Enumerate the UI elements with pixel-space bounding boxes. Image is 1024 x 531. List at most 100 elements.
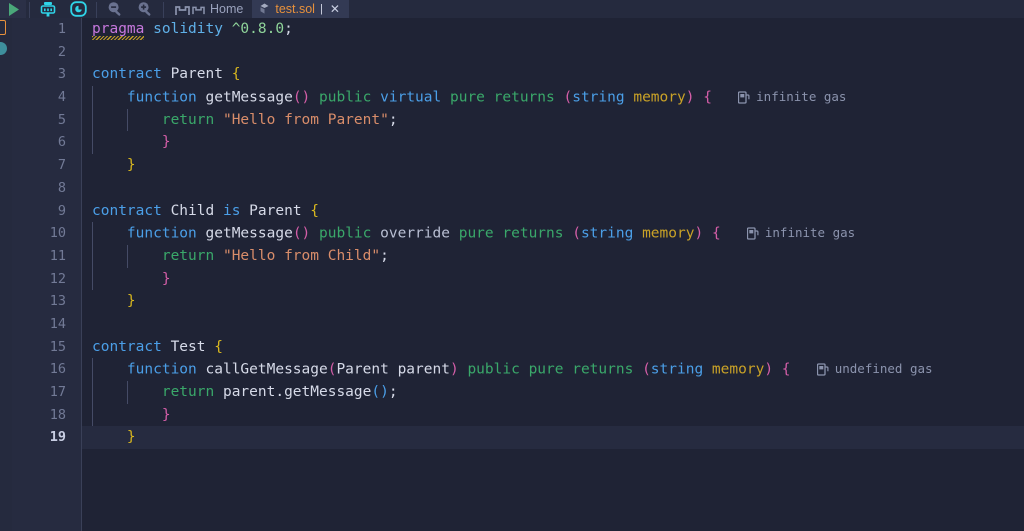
token-string-type: string <box>580 225 634 242</box>
code-line[interactable]: 10 function getMessage() public override… <box>12 222 1024 245</box>
code-line[interactable]: 13 } <box>12 290 1024 313</box>
line-content: return "Hello from Child"; <box>92 245 389 268</box>
token-contract: contract <box>92 202 162 219</box>
zoom-in-button[interactable] <box>130 0 160 18</box>
line-number: 12 <box>49 270 66 287</box>
token-paren-open: ( <box>371 384 381 400</box>
code-line[interactable]: 18 } <box>12 403 1024 427</box>
line-number: 4 <box>57 89 66 106</box>
line-content: } <box>92 131 171 154</box>
token-brace-close: } <box>161 134 171 151</box>
line-content: } <box>92 268 171 291</box>
ide-window: Home test.sol | ✕ 1 pragma solidity ^0.8… <box>0 0 1024 531</box>
token-brace-open: { <box>703 89 712 106</box>
toolbar-divider-3 <box>163 2 164 18</box>
token-brace-open: { <box>781 361 791 378</box>
code-line[interactable]: 5 return "Hello from Parent"; <box>12 108 1024 132</box>
run-button[interactable] <box>0 0 26 18</box>
token-function: function <box>126 225 197 242</box>
code-line[interactable]: 6 } <box>12 131 1024 155</box>
deploy-button[interactable] <box>63 0 93 18</box>
home-tab-icon <box>192 6 205 14</box>
token-brace-close: } <box>126 157 136 174</box>
line-content: } <box>92 154 136 177</box>
token-brace-close: } <box>161 406 171 423</box>
code-line[interactable]: 11 return "Hello from Child"; <box>12 244 1024 268</box>
tab-modified-indicator: | <box>319 3 323 15</box>
gas-annotation: undefined gas <box>816 358 933 381</box>
code-line[interactable]: 17 return parent.getMessage(); <box>12 381 1024 404</box>
code-line[interactable]: 2 <box>12 41 1024 64</box>
token-string-type: string <box>572 89 625 106</box>
line-number: 13 <box>49 293 66 310</box>
current-line-highlight <box>82 426 1024 450</box>
tab-test-sol-label: test.sol <box>275 2 315 16</box>
code-line[interactable]: 9 contract Child is Parent { <box>12 200 1024 223</box>
zoom-in-icon <box>138 2 151 16</box>
code-line[interactable]: 15 contract Test { <box>12 336 1024 359</box>
line-content: } <box>92 290 136 313</box>
tab-home[interactable]: Home <box>185 0 252 18</box>
code-line-current[interactable]: 19 } <box>12 426 1024 450</box>
token-virtual: virtual <box>380 89 442 106</box>
token-returns: returns <box>493 89 555 106</box>
token-call-expression: parent.getMessage <box>222 384 372 400</box>
code-line[interactable]: 16 function callGetMessage (Parent parent… <box>12 358 1024 381</box>
toolbar-divider-2 <box>96 2 97 18</box>
zoom-out-icon <box>108 2 121 16</box>
token-brace-open: { <box>214 338 223 355</box>
token-paren-open: ( <box>563 89 573 106</box>
activity-bar <box>0 18 12 531</box>
token-public: public <box>319 225 372 242</box>
line-content: function getMessage() public override pu… <box>92 222 855 245</box>
token-public: public <box>467 361 520 378</box>
line-content: return "Hello from Parent"; <box>92 109 398 132</box>
token-param-name: parent <box>397 361 450 378</box>
token-paren-open: ( <box>292 89 302 106</box>
line-number: 1 <box>57 21 66 37</box>
code-line[interactable]: 3 contract Parent { <box>12 63 1024 86</box>
token-contract-name: Test <box>170 338 206 355</box>
code-line[interactable]: 7 } <box>12 154 1024 177</box>
gas-annotation-text: infinite gas <box>764 225 856 241</box>
code-line[interactable]: 8 <box>12 177 1024 200</box>
token-paren-close: ) <box>301 225 311 242</box>
compile-button[interactable] <box>33 0 63 18</box>
line-content: contract Test { <box>92 336 223 359</box>
token-is: is <box>222 202 241 219</box>
gas-annotation-text: infinite gas <box>756 89 847 105</box>
code-editor[interactable]: 1 pragma solidity ^0.8.0; 2 3 contract P… <box>12 18 1024 531</box>
token-paren-close: ) <box>764 361 774 378</box>
token-function-name: callGetMessage <box>205 361 328 378</box>
code-line[interactable]: 12 } <box>12 267 1024 291</box>
line-number: 17 <box>49 384 66 400</box>
token-paren-close: ) <box>380 384 389 400</box>
gas-annotation-text: undefined gas <box>834 361 933 377</box>
code-line[interactable]: 4 function getMessage() public virtual p… <box>12 86 1024 109</box>
code-line[interactable]: 1 pragma solidity ^0.8.0; <box>12 18 1024 41</box>
line-number: 14 <box>49 315 66 332</box>
token-paren-open: ( <box>642 361 651 378</box>
line-number: 3 <box>57 66 66 83</box>
tab-test-sol[interactable]: test.sol | ✕ <box>252 0 349 18</box>
line-content: return parent.getMessage(); <box>92 381 398 404</box>
token-return: return <box>161 247 215 264</box>
line-number: 8 <box>57 179 66 196</box>
line-number: 2 <box>57 43 66 60</box>
tab-home-label: Home <box>210 2 244 16</box>
token-brace-close: } <box>126 293 136 310</box>
file-explorer-icon[interactable] <box>0 20 6 35</box>
token-semicolon: ; <box>388 111 398 128</box>
token-pure: pure <box>449 89 485 106</box>
token-string-type: string <box>650 361 704 378</box>
tab-close-icon[interactable]: ✕ <box>330 3 340 15</box>
token-contract-name: Parent <box>170 66 223 83</box>
code-line[interactable]: 14 <box>12 313 1024 336</box>
line-number: 5 <box>57 111 66 128</box>
token-function-name: getMessage <box>205 89 293 106</box>
solidity-compiler-icon[interactable] <box>0 42 7 55</box>
token-paren-open: ( <box>292 225 302 242</box>
zoom-out-button[interactable] <box>100 0 130 18</box>
token-brace-close: } <box>161 270 171 287</box>
line-number: 6 <box>57 134 66 151</box>
